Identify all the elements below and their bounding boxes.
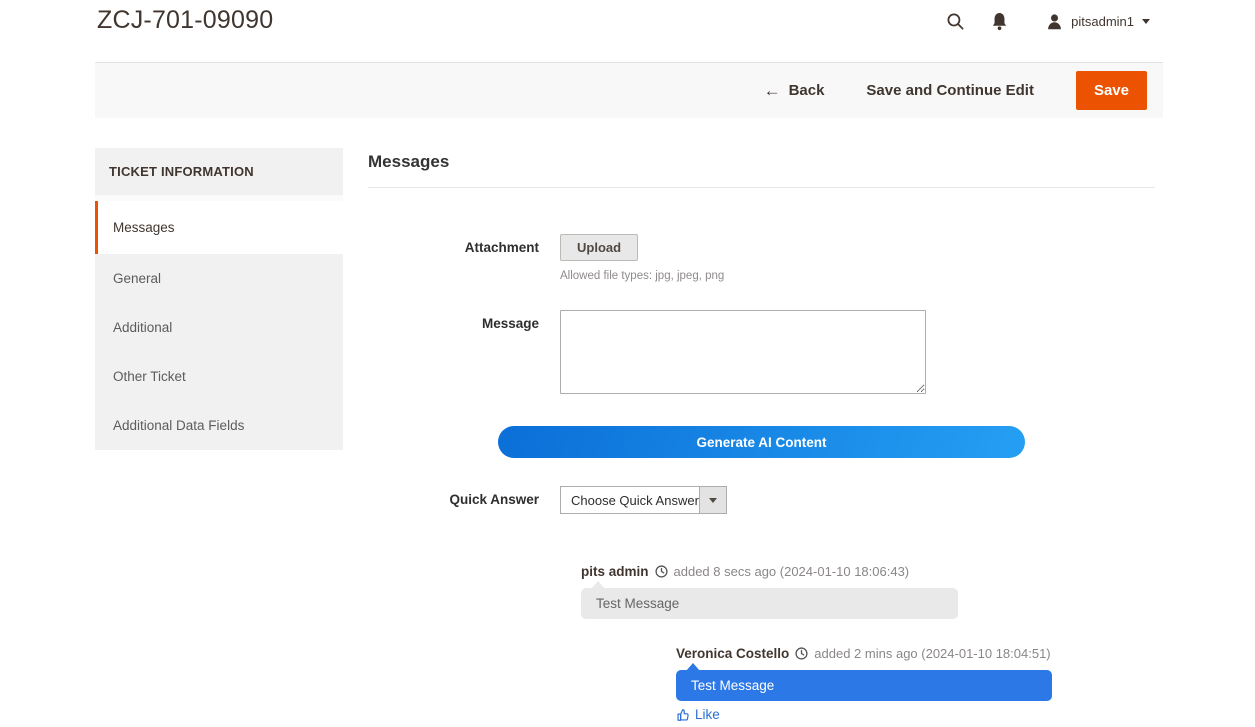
clock-icon <box>795 647 808 660</box>
generate-row: Generate AI Content <box>368 426 1155 458</box>
quick-answer-select[interactable]: Choose Quick Answer <box>560 486 727 514</box>
back-button-label: Back <box>789 82 825 99</box>
like-label: Like <box>695 707 720 722</box>
account-menu[interactable]: pitsadmin1 <box>1044 11 1150 32</box>
page-header: ZCJ-701-09090 pitsadmin1 <box>0 0 1255 62</box>
ticket-information-nav: TICKET INFORMATION Messages General Addi… <box>95 148 343 450</box>
message-label: Message <box>368 310 560 331</box>
quick-answer-row: Quick Answer Choose Quick Answer <box>368 486 1155 514</box>
header-actions: pitsadmin1 <box>944 4 1150 33</box>
upload-button[interactable]: Upload <box>560 234 638 261</box>
message-row: Message <box>368 310 1155 394</box>
message-header: Veronica Costello added 2 mins ago (2024… <box>676 646 1052 661</box>
page-actions-toolbar: ← Back Save and Continue Edit Save <box>95 62 1163 118</box>
message-timestamp: added 8 secs ago (2024-01-10 18:06:43) <box>674 564 910 579</box>
chevron-down-icon <box>1142 19 1150 24</box>
messages-panel: Messages Attachment Upload Allowed file … <box>368 148 1155 727</box>
sidebar-item-general[interactable]: General <box>95 254 343 303</box>
thread-message-customer: Veronica Costello added 2 mins ago (2024… <box>676 646 1052 727</box>
back-arrow-icon: ← <box>764 82 781 99</box>
generate-ai-content-button[interactable]: Generate AI Content <box>498 426 1025 458</box>
allowed-file-types-note: Allowed file types: jpg, jpeg, png <box>560 270 724 282</box>
message-bubble: Test Message <box>676 670 1052 701</box>
save-button[interactable]: Save <box>1076 71 1147 110</box>
message-author: pits admin <box>581 564 649 579</box>
message-form: Attachment Upload Allowed file types: jp… <box>368 234 1155 514</box>
thread-message-admin: pits admin added 8 secs ago (2024-01-10 … <box>581 564 958 619</box>
section-title: Messages <box>368 148 1155 188</box>
quick-answer-selected-value: Choose Quick Answer <box>561 487 699 513</box>
save-and-continue-button[interactable]: Save and Continue Edit <box>866 82 1034 99</box>
notifications-bell-icon[interactable] <box>989 10 1010 33</box>
message-timestamp: added 2 mins ago (2024-01-10 18:04:51) <box>814 646 1050 661</box>
message-bubble: Test Message <box>581 588 958 619</box>
thumbs-up-icon <box>676 708 690 722</box>
sidebar-item-other-ticket[interactable]: Other Ticket <box>95 352 343 401</box>
attachment-label: Attachment <box>368 234 560 255</box>
user-avatar-icon <box>1044 11 1065 32</box>
sidebar-item-messages[interactable]: Messages <box>95 201 343 254</box>
account-username: pitsadmin1 <box>1071 14 1134 29</box>
quick-answer-label: Quick Answer <box>368 486 560 507</box>
page-title: ZCJ-701-09090 <box>97 4 273 35</box>
back-button[interactable]: ← Back <box>764 82 825 99</box>
sidebar-title: TICKET INFORMATION <box>95 148 343 195</box>
select-dropdown-arrow-icon <box>699 487 726 513</box>
message-textarea[interactable] <box>560 310 926 394</box>
clock-icon <box>655 565 668 578</box>
sidebar-item-additional[interactable]: Additional <box>95 303 343 352</box>
search-icon[interactable] <box>944 10 967 33</box>
message-header: pits admin added 8 secs ago (2024-01-10 … <box>581 564 958 579</box>
message-author: Veronica Costello <box>676 646 789 661</box>
content-area: TICKET INFORMATION Messages General Addi… <box>0 148 1255 727</box>
sidebar-item-additional-data-fields[interactable]: Additional Data Fields <box>95 401 343 450</box>
attachment-row: Attachment Upload Allowed file types: jp… <box>368 234 1155 282</box>
like-button[interactable]: Like <box>676 707 720 722</box>
message-thread: pits admin added 8 secs ago (2024-01-10 … <box>581 564 1155 727</box>
